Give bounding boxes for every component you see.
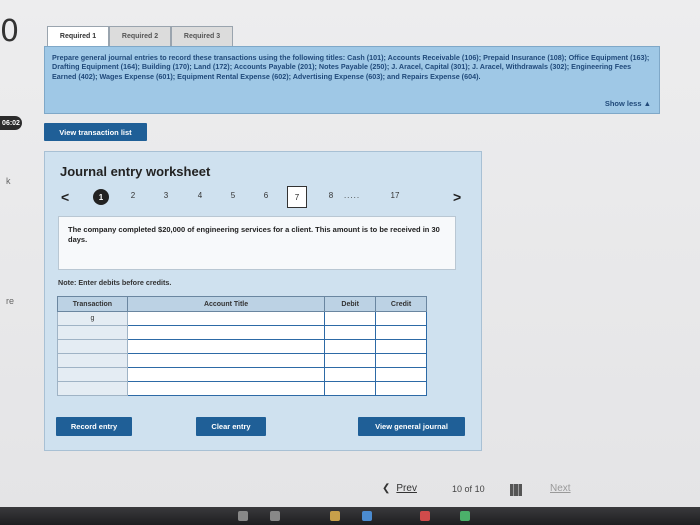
transaction-description: The company completed $20,000 of enginee… bbox=[58, 216, 456, 270]
pager-page[interactable]: 17 bbox=[387, 191, 403, 200]
pager-page[interactable]: 2 bbox=[125, 191, 141, 200]
transaction-cell bbox=[57, 325, 128, 340]
left-margin-text: re bbox=[6, 296, 15, 306]
table-row bbox=[57, 339, 427, 354]
chevron-left-icon: ❮ bbox=[382, 483, 391, 494]
table-row: g bbox=[57, 311, 427, 326]
taskbar-app-icon[interactable] bbox=[460, 511, 470, 521]
journal-entry-worksheet: Journal entry worksheet < 1 2 3 4 5 6 7 … bbox=[44, 151, 482, 451]
credit-input[interactable] bbox=[375, 339, 427, 354]
debit-input[interactable] bbox=[324, 353, 377, 368]
transaction-cell bbox=[57, 339, 128, 354]
taskbar-app-icon[interactable] bbox=[270, 511, 280, 521]
record-entry-button[interactable]: Record entry bbox=[56, 417, 132, 436]
view-transaction-list-button[interactable]: View transaction list bbox=[44, 123, 147, 141]
tab-required-3[interactable]: Required 3 bbox=[171, 26, 233, 46]
tab-required-1[interactable]: Required 1 bbox=[47, 26, 109, 46]
question-counter: 10 of 10 bbox=[452, 484, 485, 494]
column-header-transaction: Transaction bbox=[57, 296, 128, 312]
column-header-credit: Credit bbox=[375, 296, 427, 312]
counter-of: of bbox=[464, 484, 473, 494]
left-margin-text: k bbox=[6, 176, 11, 186]
table-row bbox=[57, 353, 427, 368]
debit-input[interactable] bbox=[324, 339, 377, 354]
credit-input[interactable] bbox=[375, 353, 427, 368]
instructions-box: Prepare general journal entries to recor… bbox=[44, 46, 660, 114]
pager-page[interactable]: 5 bbox=[225, 191, 241, 200]
table-row bbox=[57, 325, 427, 340]
pager-page-boxed[interactable]: 7 bbox=[287, 186, 307, 208]
next-button[interactable]: Next bbox=[550, 483, 571, 494]
debit-credit-note: Note: Enter debits before credits. bbox=[58, 278, 172, 287]
credit-input[interactable] bbox=[375, 311, 427, 326]
counter-total: 10 bbox=[474, 484, 485, 494]
page-glyph: 0 bbox=[0, 14, 20, 49]
pager-next-arrow-icon[interactable]: > bbox=[453, 189, 461, 205]
timer-badge: 06:02 bbox=[0, 116, 22, 130]
taskbar-app-icon[interactable] bbox=[238, 511, 248, 521]
pager-current-page[interactable]: 1 bbox=[93, 189, 109, 205]
counter-current: 10 bbox=[452, 484, 463, 494]
worksheet-pager: < 1 2 3 4 5 6 7 8 ..... 17 > bbox=[59, 186, 465, 208]
column-header-account-title: Account Title bbox=[126, 296, 326, 312]
taskbar-app-icon[interactable] bbox=[330, 511, 340, 521]
pager-page[interactable]: 3 bbox=[158, 191, 174, 200]
page: 0 06:02 k re Required 1 Required 2 Requi… bbox=[0, 0, 700, 525]
account-title-input[interactable] bbox=[126, 381, 326, 396]
journal-entry-table: Transaction Account Title Debit Credit g bbox=[57, 296, 427, 396]
transaction-cell bbox=[57, 353, 128, 368]
pager-page[interactable]: 8 bbox=[323, 191, 339, 200]
account-title-input[interactable] bbox=[126, 311, 326, 326]
debit-input[interactable] bbox=[324, 325, 377, 340]
debit-input[interactable] bbox=[324, 381, 377, 396]
debit-input[interactable] bbox=[324, 311, 377, 326]
account-title-input[interactable] bbox=[126, 339, 326, 354]
table-row bbox=[57, 381, 427, 396]
view-general-journal-button[interactable]: View general journal bbox=[358, 417, 465, 436]
table-row bbox=[57, 367, 427, 382]
instructions-text: Prepare general journal entries to recor… bbox=[52, 53, 650, 81]
credit-input[interactable] bbox=[375, 367, 427, 382]
prev-button[interactable]: ❮ Prev bbox=[382, 483, 417, 494]
transaction-cell: g bbox=[57, 311, 128, 326]
prev-label: Prev bbox=[396, 483, 417, 494]
transaction-cell bbox=[57, 367, 128, 382]
pager-ellipsis: ..... bbox=[343, 191, 361, 200]
tab-bar: Required 1 Required 2 Required 3 bbox=[47, 26, 233, 46]
worksheet-title: Journal entry worksheet bbox=[60, 164, 211, 179]
clear-entry-button[interactable]: Clear entry bbox=[196, 417, 266, 436]
os-taskbar bbox=[0, 507, 700, 525]
pager-page[interactable]: 4 bbox=[192, 191, 208, 200]
account-title-input[interactable] bbox=[126, 367, 326, 382]
taskbar-app-icon[interactable] bbox=[362, 511, 372, 521]
credit-input[interactable] bbox=[375, 325, 427, 340]
account-title-input[interactable] bbox=[126, 325, 326, 340]
pager-page[interactable]: 6 bbox=[258, 191, 274, 200]
column-header-debit: Debit bbox=[324, 296, 377, 312]
show-less-link[interactable]: Show less ▲ bbox=[605, 99, 651, 108]
taskbar-app-icon[interactable] bbox=[420, 511, 430, 521]
grid-view-icon[interactable] bbox=[510, 484, 522, 496]
debit-input[interactable] bbox=[324, 367, 377, 382]
transaction-cell bbox=[57, 381, 128, 396]
credit-input[interactable] bbox=[375, 381, 427, 396]
pager-prev-arrow-icon[interactable]: < bbox=[61, 189, 69, 205]
tab-required-2[interactable]: Required 2 bbox=[109, 26, 171, 46]
account-title-input[interactable] bbox=[126, 353, 326, 368]
question-navigation: ❮ Prev 10 of 10 Next bbox=[382, 483, 642, 501]
